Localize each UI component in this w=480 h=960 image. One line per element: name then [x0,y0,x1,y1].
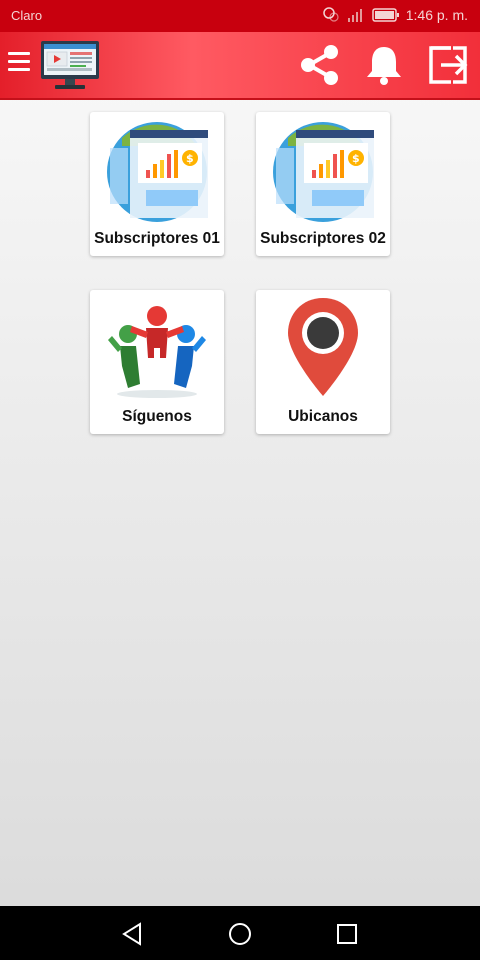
data-saver-icon [322,7,339,22]
menu-card-label: Subscriptores 01 [94,230,220,247]
share-icon [301,45,338,85]
exit-icon [429,46,468,84]
navigation-bar [0,906,480,960]
share-button[interactable] [297,42,343,88]
status-icons: 1:46 p. m. [322,6,468,24]
menu-button[interactable] [8,52,30,76]
dashboard-chart-icon: $ [107,122,208,222]
dashboard-chart-icon: $ [273,122,374,222]
app-bar [0,32,480,100]
menu-card-subscriptores-01[interactable]: $ Subscriptores 01 [90,112,224,256]
home-icon [229,923,251,945]
battery-icon [371,8,399,22]
monitor-logo [41,41,99,89]
menu-card-label: Ubicanos [288,408,358,425]
menu-card-label: Subscriptores 02 [260,230,386,247]
bell-icon [367,47,401,85]
back-button[interactable] [119,920,147,948]
recent-apps-icon [337,924,357,944]
menu-card-siguenos[interactable]: Síguenos [90,290,224,434]
home-button[interactable] [226,920,254,948]
svg-text:$: $ [352,152,360,165]
svg-text:$: $ [186,152,194,165]
signal-icon [347,9,362,22]
location-pin-icon [288,298,358,396]
notifications-button[interactable] [361,42,407,88]
menu-card-label: Síguenos [122,408,192,425]
menu-card-subscriptores-02[interactable]: $ Subscriptores 02 [256,112,390,256]
recent-apps-button[interactable] [333,920,361,948]
menu-card-ubicanos[interactable]: Ubicanos [256,290,390,434]
clock: 1:46 p. m. [405,7,468,23]
menu-icon [8,52,30,55]
logout-button[interactable] [425,42,471,88]
people-group-icon [108,306,206,398]
back-icon [122,922,141,946]
carrier-label: Claro [11,8,43,23]
status-bar: Claro 1:46 p. m. [0,0,480,32]
